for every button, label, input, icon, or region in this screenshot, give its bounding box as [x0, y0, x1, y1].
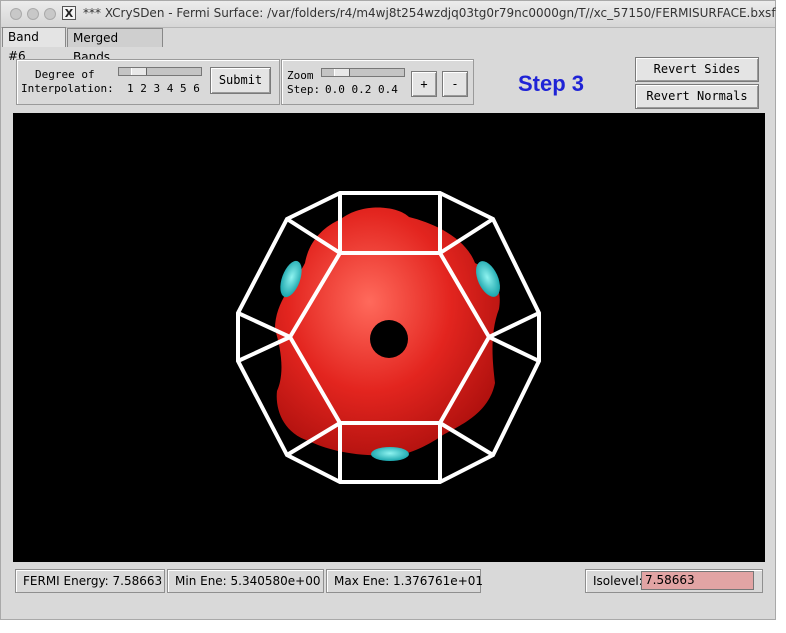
zoom-step-values: 0.0 0.2 0.4: [325, 83, 398, 96]
title-bar[interactable]: X *** XCrySDen - Fermi Surface: /var/fol…: [1, 1, 776, 28]
interpolation-slider[interactable]: [118, 67, 202, 76]
interpolation-group: Degree of Interpolation: 1 2 3 4 5 6 Sub…: [16, 59, 280, 105]
tab-merged-bands[interactable]: Merged Bands: [67, 28, 163, 64]
zoom-step-label: Step:: [287, 83, 321, 96]
fermi-surface-render[interactable]: [13, 113, 765, 562]
zoom-out-button[interactable]: -: [442, 71, 468, 97]
min-energy-readout: Min Ene: 5.340580e+00: [167, 569, 324, 593]
close-window-icon[interactable]: [10, 8, 22, 20]
max-energy-readout: Max Ene: 1.376761e+01: [326, 569, 483, 593]
zoom-label: Zoom: [287, 69, 314, 82]
zoom-in-button[interactable]: +: [411, 71, 437, 97]
zoom-group: Zoom Step: 0.0 0.2 0.4 + -: [281, 59, 474, 105]
step-heading: Step 3: [518, 71, 585, 96]
isolevel-input[interactable]: 7.58663: [641, 571, 754, 590]
window-title: *** XCrySDen - Fermi Surface: /var/folde…: [83, 6, 776, 20]
interpolation-slider-thumb[interactable]: [131, 68, 147, 75]
x11-logo-icon: X: [62, 6, 76, 20]
interpolation-scale: 1 2 3 4 5 6: [127, 82, 200, 95]
fermi-surface-window: X *** XCrySDen - Fermi Surface: /var/fol…: [0, 0, 776, 620]
band-tabs: Band #6 Merged Bands: [1, 27, 775, 64]
zoom-window-icon[interactable]: [44, 8, 56, 20]
electron-pocket-bottom: [371, 447, 409, 461]
zoom-slider[interactable]: [321, 68, 405, 77]
tab-band-6[interactable]: Band #6: [2, 27, 66, 63]
fermi-surface-viewport[interactable]: [13, 113, 765, 562]
minimize-window-icon[interactable]: [27, 8, 39, 20]
zoom-slider-thumb[interactable]: [334, 69, 350, 76]
submit-button[interactable]: Submit: [210, 67, 271, 94]
surface-hole: [370, 320, 408, 358]
fermi-energy-readout: FERMI Energy: 7.58663: [15, 569, 165, 593]
isolevel-label: Isolevel:: [593, 574, 643, 588]
interpolation-label-line1: Degree of: [35, 68, 95, 81]
status-bar: FERMI Energy: 7.58663 Min Ene: 5.340580e…: [13, 567, 765, 597]
toolbar: Degree of Interpolation: 1 2 3 4 5 6 Sub…: [10, 53, 766, 113]
revert-sides-button[interactable]: Revert Sides: [635, 57, 759, 82]
revert-normals-button[interactable]: Revert Normals: [635, 84, 759, 109]
interpolation-label-line2: Interpolation:: [21, 82, 114, 95]
